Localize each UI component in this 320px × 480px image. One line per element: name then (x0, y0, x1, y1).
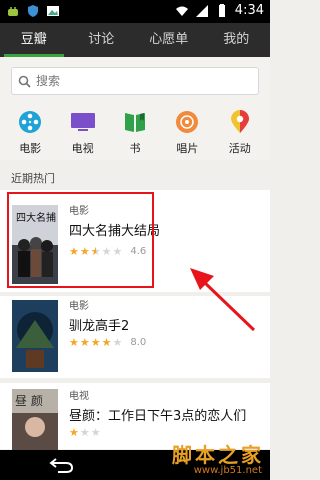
star-icon: ★ (79, 336, 90, 349)
category-label: 唱片 (176, 142, 199, 155)
watermark-url: www.jb51.net (193, 465, 262, 476)
battery-icon (218, 3, 225, 17)
rating-stars: ★ ★ ★ ★ ★ 8.0 (69, 337, 146, 348)
search-icon (18, 75, 31, 88)
poster-image (12, 300, 58, 372)
watermark-title: 脚本之家 (172, 443, 264, 467)
tab-mine[interactable]: 我的 (203, 23, 271, 57)
category-row: 电影 电视 书 唱片 活动 (0, 102, 270, 160)
star-icon: ★ (90, 336, 101, 349)
section-title-hot: 近期热门 (11, 172, 55, 185)
category-book[interactable]: 书 (112, 102, 158, 160)
android-debug-icon (8, 7, 18, 16)
category-music[interactable]: 唱片 (164, 102, 210, 160)
star-icon: ★ (101, 336, 112, 349)
category-label: 活动 (228, 142, 251, 155)
star-icon: ★ (69, 426, 79, 439)
category-label: 电视 (71, 142, 94, 155)
star-icon: ★ (69, 336, 79, 349)
category-event[interactable]: 活动 (217, 102, 263, 160)
rating-value: 8.0 (130, 337, 147, 348)
tab-discussion[interactable]: 讨论 (68, 23, 136, 57)
record-icon (176, 111, 199, 133)
item-title: 昼颜：工作日下午3点的恋人们 (69, 409, 247, 424)
location-pin-icon (230, 110, 249, 133)
poster-image: 昼 颜 (12, 389, 58, 455)
category-tv[interactable]: 电视 (60, 102, 106, 160)
shield-icon (28, 5, 38, 17)
search-input[interactable] (36, 74, 236, 88)
watermark: 脚本之家 www.jb51.net (120, 438, 270, 480)
tab-wishlist[interactable]: 心愿单 (135, 23, 203, 57)
svg-text:昼 颜: 昼 颜 (15, 393, 43, 408)
star-empty-icon: ★ (112, 336, 123, 349)
category-label: 书 (129, 142, 141, 155)
tv-icon (70, 113, 95, 131)
item-title: 驯龙高手2 (69, 319, 130, 334)
highlight-box (7, 192, 154, 288)
signal-icon (195, 4, 208, 17)
image-icon (47, 6, 59, 16)
star-empty-icon: ★ (90, 426, 101, 439)
rating-stars: ★ ★ ★ (69, 427, 101, 438)
search-box[interactable] (11, 67, 259, 95)
category-label: 电影 (19, 142, 42, 155)
book-icon (124, 113, 145, 132)
search-area (0, 57, 270, 102)
item-type: 电视 (69, 391, 89, 402)
tab-douban[interactable]: 豆瓣 (0, 23, 68, 57)
back-icon[interactable] (48, 456, 74, 474)
category-movie[interactable]: 电影 (7, 102, 53, 160)
item-type: 电影 (69, 301, 89, 312)
film-reel-icon (19, 111, 42, 133)
star-empty-icon: ★ (79, 426, 90, 439)
top-tab-bar: 豆瓣 讨论 心愿单 我的 (0, 23, 270, 57)
status-time: 4:34 (234, 3, 264, 18)
annotation-arrow (190, 268, 256, 332)
status-bar: 4:34 (0, 0, 270, 23)
wifi-icon (175, 6, 188, 16)
